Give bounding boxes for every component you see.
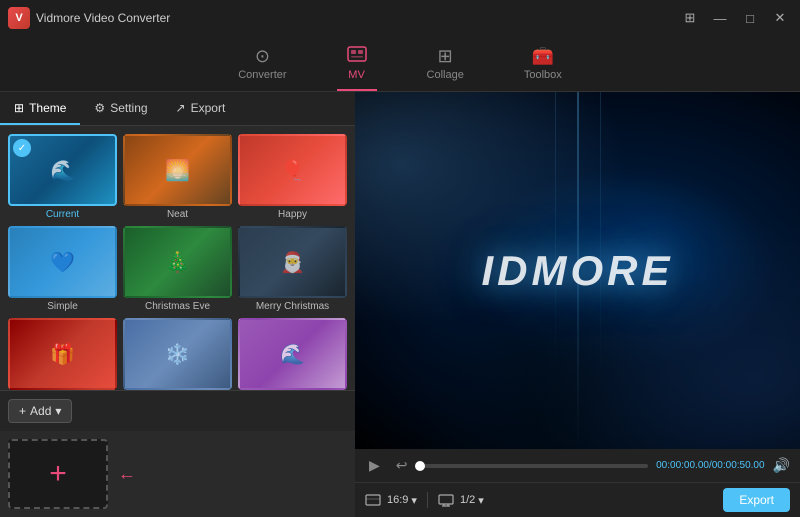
main-content: ⊞ Theme ⚙ Setting ↗ Export ✓ 🌊 Current	[0, 92, 800, 517]
theme-deco-happy: 🎈	[240, 136, 345, 204]
bottom-controls: 16:9 ▾ 1/2 ▾ Export	[355, 482, 800, 517]
titlebar-controls: ⊞ — □ ✕	[678, 9, 792, 27]
setting-icon: ⚙	[94, 101, 105, 115]
theme-item-simple[interactable]: 💙 Simple	[8, 226, 117, 312]
right-panel: IDMORE ▶ ↩ 00:00:00.00/00:00:50.00 🔊	[355, 92, 800, 517]
theme-deco-christmas: 🎄	[125, 228, 230, 296]
tab-collage[interactable]: ⊞ Collage	[417, 40, 474, 91]
sub-tabs: ⊞ Theme ⚙ Setting ↗ Export	[0, 92, 355, 126]
collage-label: Collage	[427, 69, 464, 81]
subtab-theme[interactable]: ⊞ Theme	[0, 92, 80, 125]
ratio-icon-btn[interactable]	[365, 494, 381, 506]
theme-item-stripes-waves[interactable]: 🌊 Stripes & Waves	[238, 318, 347, 390]
theme-item-neat[interactable]: 🌅 Neat	[123, 134, 232, 220]
theme-label: Theme	[29, 101, 66, 115]
mv-icon	[347, 46, 367, 67]
add-plus-icon: +	[19, 404, 26, 418]
monitor-icon	[438, 494, 454, 507]
tab-toolbox[interactable]: 🧰 Toolbox	[514, 40, 572, 91]
arrow-indicator: ←	[118, 464, 136, 485]
minimize-button[interactable]: —	[708, 9, 732, 27]
titlebar: V Vidmore Video Converter ⊞ — □ ✕	[0, 0, 800, 36]
toolbox-label: Toolbox	[524, 69, 562, 81]
toolbox-icon: 🧰	[532, 46, 554, 67]
theme-item-happy[interactable]: 🎈 Happy	[238, 134, 347, 220]
nav-tabs: ⊙ Converter MV ⊞ Collage 🧰 Toolbox	[0, 36, 800, 92]
converter-label: Converter	[238, 69, 286, 81]
files-list: + ←	[0, 431, 355, 517]
tab-mv[interactable]: MV	[337, 40, 377, 91]
time-display: 00:00:00.00/00:00:50.00	[656, 460, 764, 471]
theme-deco-stripes: 🌊	[240, 320, 345, 388]
progress-dot	[415, 461, 425, 471]
converter-icon: ⊙	[255, 46, 270, 67]
maximize-button[interactable]: □	[738, 9, 762, 27]
mv-label: MV	[348, 69, 365, 81]
add-files-area: + Add ▾	[0, 390, 355, 431]
theme-label-current: Current	[46, 209, 79, 220]
theme-item-snowy-night[interactable]: ❄️ Snowy Night	[123, 318, 232, 390]
restore-button[interactable]: ⊞	[678, 9, 702, 27]
theme-label-merry-christmas: Merry Christmas	[256, 301, 329, 312]
export-icon: ↗	[176, 101, 186, 115]
theme-deco-merry: 🎅	[240, 228, 345, 296]
add-file-placeholder[interactable]: + ←	[8, 439, 108, 509]
app-logo: V	[8, 7, 30, 29]
app-title: Vidmore Video Converter	[36, 11, 170, 25]
preview-watermark: IDMORE	[482, 247, 674, 295]
theme-deco-neat: 🌅	[125, 136, 230, 204]
setting-label: Setting	[110, 101, 147, 115]
progress-bar[interactable]	[420, 464, 649, 468]
theme-item-current[interactable]: ✓ 🌊 Current	[8, 134, 117, 220]
aspect-ratio-icon	[365, 494, 381, 506]
theme-grid: ✓ 🌊 Current 🌅 Neat 🎈 Happy	[0, 126, 355, 390]
theme-label-christmas-eve: Christmas Eve	[145, 301, 210, 312]
play-icon: ▶	[369, 457, 380, 473]
theme-deco-santa: 🎁	[10, 320, 115, 388]
export-button[interactable]: Export	[723, 488, 790, 512]
tab-converter[interactable]: ⊙ Converter	[228, 40, 296, 91]
subtab-setting[interactable]: ⚙ Setting	[80, 92, 161, 125]
theme-item-christmas-eve[interactable]: 🎄 Christmas Eve	[123, 226, 232, 312]
close-button[interactable]: ✕	[768, 9, 792, 27]
add-dropdown-icon: ▾	[55, 404, 61, 418]
theme-label-neat: Neat	[167, 209, 188, 220]
preview-area: IDMORE	[355, 92, 800, 449]
theme-item-santa-claus[interactable]: 🎁 Santa Claus	[8, 318, 117, 390]
theme-grid-icon: ⊞	[14, 101, 24, 115]
page-label: 1/2	[460, 494, 475, 506]
subtab-export[interactable]: ↗ Export	[162, 92, 240, 125]
controls-bar: ▶ ↩ 00:00:00.00/00:00:50.00 🔊	[355, 449, 800, 482]
titlebar-left: V Vidmore Video Converter	[8, 7, 170, 29]
theme-deco-snowy: ❄️	[125, 320, 230, 388]
theme-item-merry-christmas[interactable]: 🎅 Merry Christmas	[238, 226, 347, 312]
left-panel: ⊞ Theme ⚙ Setting ↗ Export ✓ 🌊 Current	[0, 92, 355, 517]
page-selector[interactable]: 1/2 ▾	[460, 494, 484, 507]
preview-background: IDMORE	[355, 92, 800, 449]
theme-label-simple: Simple	[47, 301, 78, 312]
page-dropdown-icon: ▾	[478, 494, 484, 507]
separator-1	[427, 492, 428, 508]
file-add-plus-icon: +	[49, 459, 67, 489]
ratio-dropdown-icon: ▾	[411, 494, 417, 507]
add-button[interactable]: + Add ▾	[8, 399, 72, 423]
ratio-selector[interactable]: 16:9 ▾	[387, 494, 417, 507]
volume-icon[interactable]: 🔊	[773, 457, 790, 474]
add-label: Add	[30, 404, 51, 418]
play-button[interactable]: ▶	[365, 455, 384, 476]
theme-deco-current: 🌊	[10, 136, 115, 204]
theme-label-happy: Happy	[278, 209, 307, 220]
rewind-icon: ↩	[396, 457, 408, 473]
ratio-label: 16:9	[387, 494, 408, 506]
monitor-icon-btn[interactable]	[438, 494, 454, 507]
export-label: Export	[191, 101, 226, 115]
theme-deco-simple: 💙	[10, 228, 115, 296]
rewind-button[interactable]: ↩	[392, 455, 412, 476]
collage-icon: ⊞	[438, 46, 453, 67]
